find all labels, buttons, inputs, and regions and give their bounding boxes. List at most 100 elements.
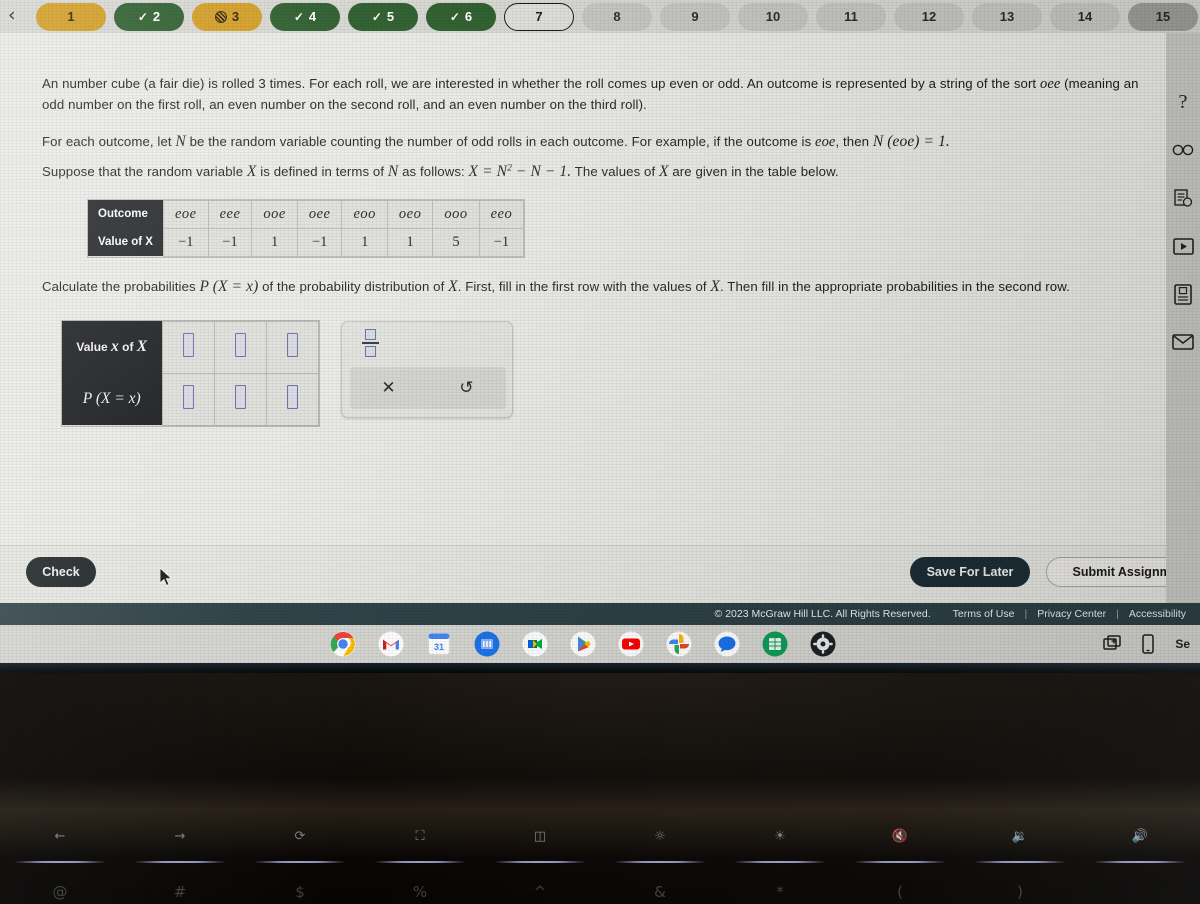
key-6[interactable]: ^ <box>480 875 600 904</box>
key-brightness-down[interactable]: ☼ <box>600 821 720 867</box>
copyright-text: © 2023 McGraw Hill LLC. All Rights Reser… <box>714 608 931 620</box>
clear-icon[interactable]: ✕ <box>350 378 428 398</box>
laptop-keyboard: ← → ⟳ ⛶ ◫ ☼ ☀ 🔇 🔉 🔊 @ # $ % ^ & * ( ) <box>0 663 1200 904</box>
settings-icon[interactable] <box>810 631 836 657</box>
nav-pill-label: 1 <box>67 9 75 24</box>
sheets-icon[interactable] <box>762 631 788 657</box>
nav-pill-5[interactable]: ✓ 5 <box>348 2 418 31</box>
value-cell: 1 <box>251 227 298 257</box>
accessibility-link[interactable]: Accessibility <box>1119 608 1196 620</box>
value-cell: −1 <box>478 227 525 257</box>
notes-icon[interactable] <box>1172 187 1194 209</box>
privacy-center-link[interactable]: Privacy Center <box>1027 608 1116 620</box>
mouse-cursor <box>160 568 173 587</box>
key-back[interactable]: ← <box>0 821 120 867</box>
youtube-icon[interactable] <box>618 631 644 657</box>
brightness-up-icon: ☀ <box>774 829 786 844</box>
messages-icon[interactable] <box>714 631 740 657</box>
check-button[interactable]: Check <box>26 557 96 587</box>
calendar-icon[interactable]: 31 <box>426 631 452 657</box>
key-reload[interactable]: ⟳ <box>240 821 360 867</box>
key-9[interactable]: ( <box>840 875 960 904</box>
variable-x: x <box>111 338 119 356</box>
nav-pill-9[interactable]: 9 <box>660 2 730 31</box>
phone-hub-icon[interactable] <box>1139 634 1157 654</box>
nav-pill-6[interactable]: ✓ 6 <box>426 2 496 31</box>
nav-pill-12[interactable]: 12 <box>894 2 964 31</box>
nav-pill-7[interactable]: 7 <box>504 2 574 31</box>
glasses-icon[interactable] <box>1172 139 1194 161</box>
key-label: # <box>173 883 187 901</box>
files-icon[interactable] <box>474 631 500 657</box>
nav-pill-label: 3 <box>231 9 240 24</box>
undo-icon[interactable]: ↺ <box>428 378 506 398</box>
reload-icon: ⟳ <box>294 829 306 844</box>
nav-pill-13[interactable]: 13 <box>972 2 1042 31</box>
answer-cell-prob-1[interactable] <box>161 372 215 426</box>
key-2[interactable]: @ <box>0 875 120 904</box>
answer-cell-prob-2[interactable] <box>213 372 267 426</box>
nav-pill-11[interactable]: 11 <box>816 2 886 31</box>
key-label: ^ <box>533 883 547 901</box>
key-minus[interactable] <box>1080 875 1200 904</box>
terms-of-use-link[interactable]: Terms of Use <box>943 608 1025 620</box>
key-0[interactable]: ) <box>960 875 1080 904</box>
meet-icon[interactable] <box>522 631 548 657</box>
key-forward[interactable]: → <box>120 821 240 867</box>
status-area-text[interactable]: Se <box>1175 637 1192 651</box>
answer-cell-value-3[interactable] <box>265 320 319 374</box>
paragraph-text: Calculate the probabilities <box>42 278 200 294</box>
keyboard-number-row: @ # $ % ^ & * ( ) <box>0 875 1200 904</box>
answer-cell-value-2[interactable] <box>213 320 267 374</box>
key-3[interactable]: # <box>120 875 240 904</box>
keyboard-function-row: ← → ⟳ ⛶ ◫ ☼ ☀ 🔇 🔉 🔊 <box>0 821 1200 867</box>
back-chevron-icon[interactable]: ‹ <box>8 2 30 28</box>
fraction-icon[interactable] <box>360 328 382 357</box>
key-volume-up[interactable]: 🔊 <box>1080 821 1200 867</box>
nav-pill-4[interactable]: ✓ 4 <box>270 2 340 31</box>
key-5[interactable]: % <box>360 875 480 904</box>
nav-pill-15[interactable]: 15 <box>1128 2 1198 31</box>
chromebook-photo: ‹ 1 ✓ 2 3 ✓ 4 ✓ 5 ✓ 6 7 8 9 10 11 12 13 … <box>0 0 1200 904</box>
value-cell: −1 <box>162 227 209 257</box>
gmail-icon[interactable] <box>378 631 404 657</box>
key-7[interactable]: & <box>600 875 720 904</box>
math-input-placeholder[interactable] <box>182 332 194 357</box>
key-volume-down[interactable]: 🔉 <box>960 821 1080 867</box>
math-input-placeholder[interactable] <box>182 384 194 409</box>
key-brightness-up[interactable]: ☀ <box>720 821 840 867</box>
mail-icon[interactable] <box>1172 331 1194 353</box>
play-store-icon[interactable] <box>570 631 596 657</box>
key-8[interactable]: * <box>720 875 840 904</box>
ebook-icon[interactable] <box>1172 283 1194 305</box>
volume-up-icon: 🔊 <box>1131 829 1149 844</box>
answer-cell-prob-3[interactable] <box>265 372 319 426</box>
math-input-placeholder[interactable] <box>234 332 246 357</box>
save-for-later-button[interactable]: Save For Later <box>910 557 1030 587</box>
screen-capture-icon[interactable] <box>1103 635 1122 653</box>
paragraph-text: is defined in terms of <box>256 163 388 179</box>
math-input-placeholder[interactable] <box>286 332 298 357</box>
outcome-example-oee: oee <box>1039 76 1061 92</box>
video-icon[interactable] <box>1172 235 1194 257</box>
nav-pill-14[interactable]: 14 <box>1050 2 1120 31</box>
nav-pill-8[interactable]: 8 <box>582 2 652 31</box>
math-input-placeholder[interactable] <box>286 384 298 409</box>
key-4[interactable]: $ <box>240 875 360 904</box>
nav-pill-3[interactable]: 3 <box>192 2 262 31</box>
nav-pill-2[interactable]: ✓ 2 <box>114 2 184 31</box>
key-fullscreen[interactable]: ⛶ <box>360 821 480 867</box>
chrome-icon[interactable] <box>330 631 356 657</box>
photos-icon[interactable] <box>666 631 692 657</box>
nav-pill-10[interactable]: 10 <box>738 2 808 31</box>
answer-cell-value-1[interactable] <box>161 320 215 374</box>
table-row-probability: P (X = x) <box>62 372 319 426</box>
value-cell: 1 <box>386 227 434 257</box>
math-input-placeholder[interactable] <box>234 384 246 409</box>
key-mute[interactable]: 🔇 <box>840 821 960 867</box>
key-overview[interactable]: ◫ <box>480 821 600 867</box>
nav-pill-1[interactable]: 1 <box>36 2 106 31</box>
outcome-row-label: Outcome <box>88 200 164 229</box>
value-cell: −1 <box>296 227 343 257</box>
help-icon[interactable]: ? <box>1172 91 1194 113</box>
